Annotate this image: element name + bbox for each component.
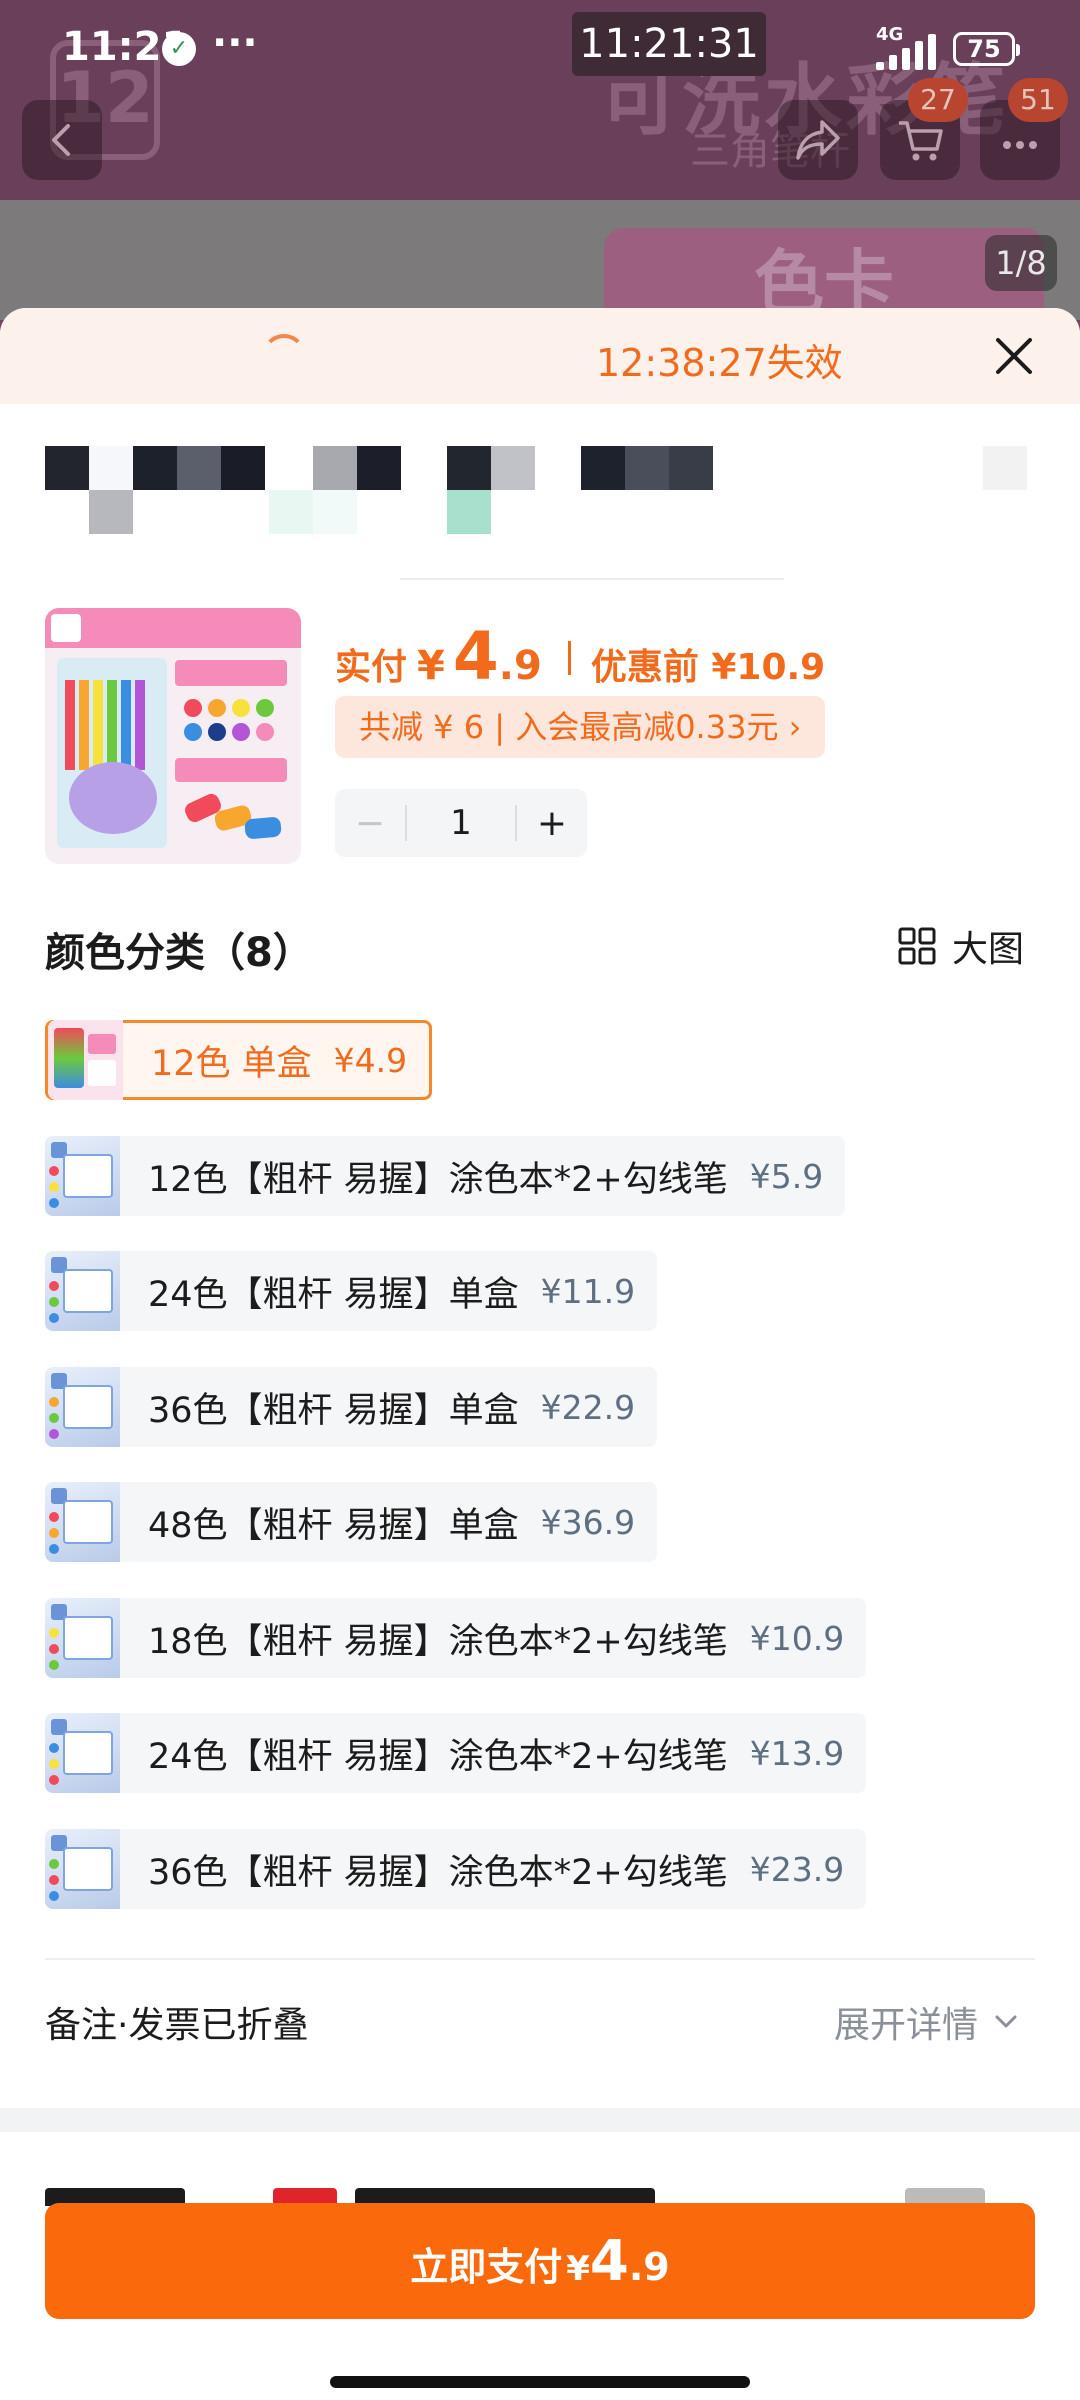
quantity-value[interactable]: 1 xyxy=(407,803,515,843)
variant-label: 12色【粗杆 易握】涂色本*2+勾线笔 xyxy=(148,1159,728,1200)
loading-spinner-icon xyxy=(262,334,306,378)
variant-thumbnail xyxy=(45,1136,120,1216)
final-price-decimal: .9 xyxy=(498,643,542,689)
signal-icon: 4G xyxy=(876,24,940,70)
variant-price: ¥22.9 xyxy=(540,1387,636,1427)
signal-bar xyxy=(876,62,884,70)
price-separator xyxy=(567,641,571,675)
variant-option[interactable]: 36色【粗杆 易握】涂色本*2+勾线笔 ¥23.9 xyxy=(45,1829,867,1909)
variant-price: ¥13.9 xyxy=(749,1733,845,1773)
chevron-down-icon xyxy=(995,2015,1017,2028)
battery-icon: 75 xyxy=(953,32,1020,66)
variant-option[interactable]: 18色【粗杆 易握】涂色本*2+勾线笔 ¥10.9 xyxy=(45,1598,867,1678)
divider xyxy=(400,578,784,580)
more-notifications-icon: ··· xyxy=(212,20,258,66)
variant-label: 48色【粗杆 易握】单盒 xyxy=(148,1505,519,1546)
product-thumbnail[interactable] xyxy=(45,608,301,864)
variant-label: 36色【粗杆 易握】单盒 xyxy=(148,1390,519,1431)
purchase-sheet: 12:38:27失效 实付 ¥ 4 .9 优惠前 ¥10.9 共减 ¥ 6 | … xyxy=(0,308,1080,2400)
home-indicator[interactable] xyxy=(330,2376,750,2388)
screen-recording-clock: 11:21:31 xyxy=(572,12,766,76)
pay-now-label: 立即支付 xyxy=(410,2245,563,2289)
big-image-label: 大图 xyxy=(952,929,1025,970)
signal-bar xyxy=(928,34,936,70)
variant-price: ¥11.9 xyxy=(540,1271,636,1311)
variant-price: ¥23.9 xyxy=(749,1849,845,1889)
increase-quantity-button[interactable]: + xyxy=(517,803,587,844)
variant-option[interactable]: 36色【粗杆 易握】单盒 ¥22.9 xyxy=(45,1367,658,1447)
variant-thumbnail xyxy=(45,1482,120,1562)
variant-price: ¥10.9 xyxy=(749,1618,845,1658)
cart-count-badge: 27 xyxy=(908,78,968,122)
expand-details-button[interactable]: 展开详情 xyxy=(834,1996,1020,2048)
variant-price: ¥36.9 xyxy=(540,1502,636,1542)
chevron-left-icon xyxy=(52,124,70,156)
signal-bar xyxy=(902,48,910,70)
messages-button[interactable]: 51 xyxy=(980,78,1068,180)
coupon-expiry-timer: 12:38:27失效 xyxy=(596,341,843,385)
variant-thumbnail xyxy=(48,1020,123,1100)
variant-option[interactable]: 24色【粗杆 易握】涂色本*2+勾线笔 ¥13.9 xyxy=(45,1713,867,1793)
big-image-toggle[interactable]: 大图 xyxy=(898,920,1024,972)
more-icon xyxy=(1003,141,1037,149)
variant-price: ¥4.9 xyxy=(333,1040,408,1080)
redacted-address-mosaic xyxy=(45,446,1035,536)
pay-now-button[interactable]: 立即支付 ¥ 4 .9 xyxy=(45,2203,1035,2319)
currency-symbol: ¥ xyxy=(417,643,445,689)
pay-amount-integer: 4 xyxy=(589,2229,629,2294)
watercolor-pen-set-image xyxy=(45,608,301,864)
grid-icon xyxy=(898,927,936,965)
section-separator xyxy=(0,2108,1080,2132)
variant-thumbnail xyxy=(45,1251,120,1331)
variant-option[interactable]: 48色【粗杆 易握】单盒 ¥36.9 xyxy=(45,1482,658,1562)
cart-icon xyxy=(899,121,943,161)
discount-details-pill[interactable]: 共减 ¥ 6 | 入会最高减0.33元 › xyxy=(335,696,826,758)
close-icon[interactable] xyxy=(988,330,1040,382)
pay-currency: ¥ xyxy=(566,2249,590,2289)
variant-price: ¥5.9 xyxy=(749,1156,824,1196)
variant-option[interactable]: 24色【粗杆 易握】单盒 ¥11.9 xyxy=(45,1251,658,1331)
network-type: 4G xyxy=(876,24,904,45)
variant-option[interactable]: 12色【粗杆 易握】涂色本*2+勾线笔 ¥5.9 xyxy=(45,1136,846,1216)
variant-label: 24色【粗杆 易握】涂色本*2+勾线笔 xyxy=(148,1736,728,1777)
share-icon xyxy=(796,120,840,160)
pay-amount-decimal: .9 xyxy=(628,2245,670,2289)
share-button[interactable] xyxy=(778,100,858,180)
variant-label: 18色【粗杆 易握】涂色本*2+勾线笔 xyxy=(148,1621,728,1662)
remarks-invoice-label: 备注·发票已折叠 xyxy=(45,2005,309,2046)
variant-label: 36色【粗杆 易握】涂色本*2+勾线笔 xyxy=(148,1852,728,1893)
variant-label: 12色 单盒 xyxy=(151,1043,312,1084)
coupon-banner: 12:38:27失效 xyxy=(0,308,1080,404)
variant-thumbnail xyxy=(45,1713,120,1793)
signal-bar xyxy=(915,41,923,70)
variant-option[interactable]: 12色 单盒 ¥4.9 xyxy=(45,1020,433,1100)
image-counter: 1/8 xyxy=(985,235,1057,291)
app-notification-icon: ✓ xyxy=(162,32,196,66)
final-price-integer: 4 xyxy=(452,618,499,695)
price-summary: 实付 ¥ 4 .9 优惠前 ¥10.9 xyxy=(335,618,825,698)
original-price: 优惠前 ¥10.9 xyxy=(590,647,826,688)
variant-thumbnail xyxy=(45,1829,120,1909)
final-price-label: 实付 xyxy=(335,647,408,688)
variant-thumbnail xyxy=(45,1367,120,1447)
back-button[interactable] xyxy=(22,100,102,180)
expand-details-label: 展开详情 xyxy=(834,2005,979,2046)
variant-thumbnail xyxy=(45,1598,120,1678)
divider xyxy=(45,1958,1035,1960)
variant-label: 24色【粗杆 易握】单盒 xyxy=(148,1274,519,1315)
variant-section-title: 颜色分类（8） xyxy=(45,930,313,976)
cutoff-content-row xyxy=(45,2166,1035,2206)
decrease-quantity-button[interactable]: − xyxy=(335,803,405,844)
message-count-badge: 51 xyxy=(1008,78,1068,122)
cart-button[interactable]: 27 xyxy=(880,78,968,180)
signal-bar xyxy=(889,55,897,70)
quantity-stepper: − 1 + xyxy=(335,789,587,857)
